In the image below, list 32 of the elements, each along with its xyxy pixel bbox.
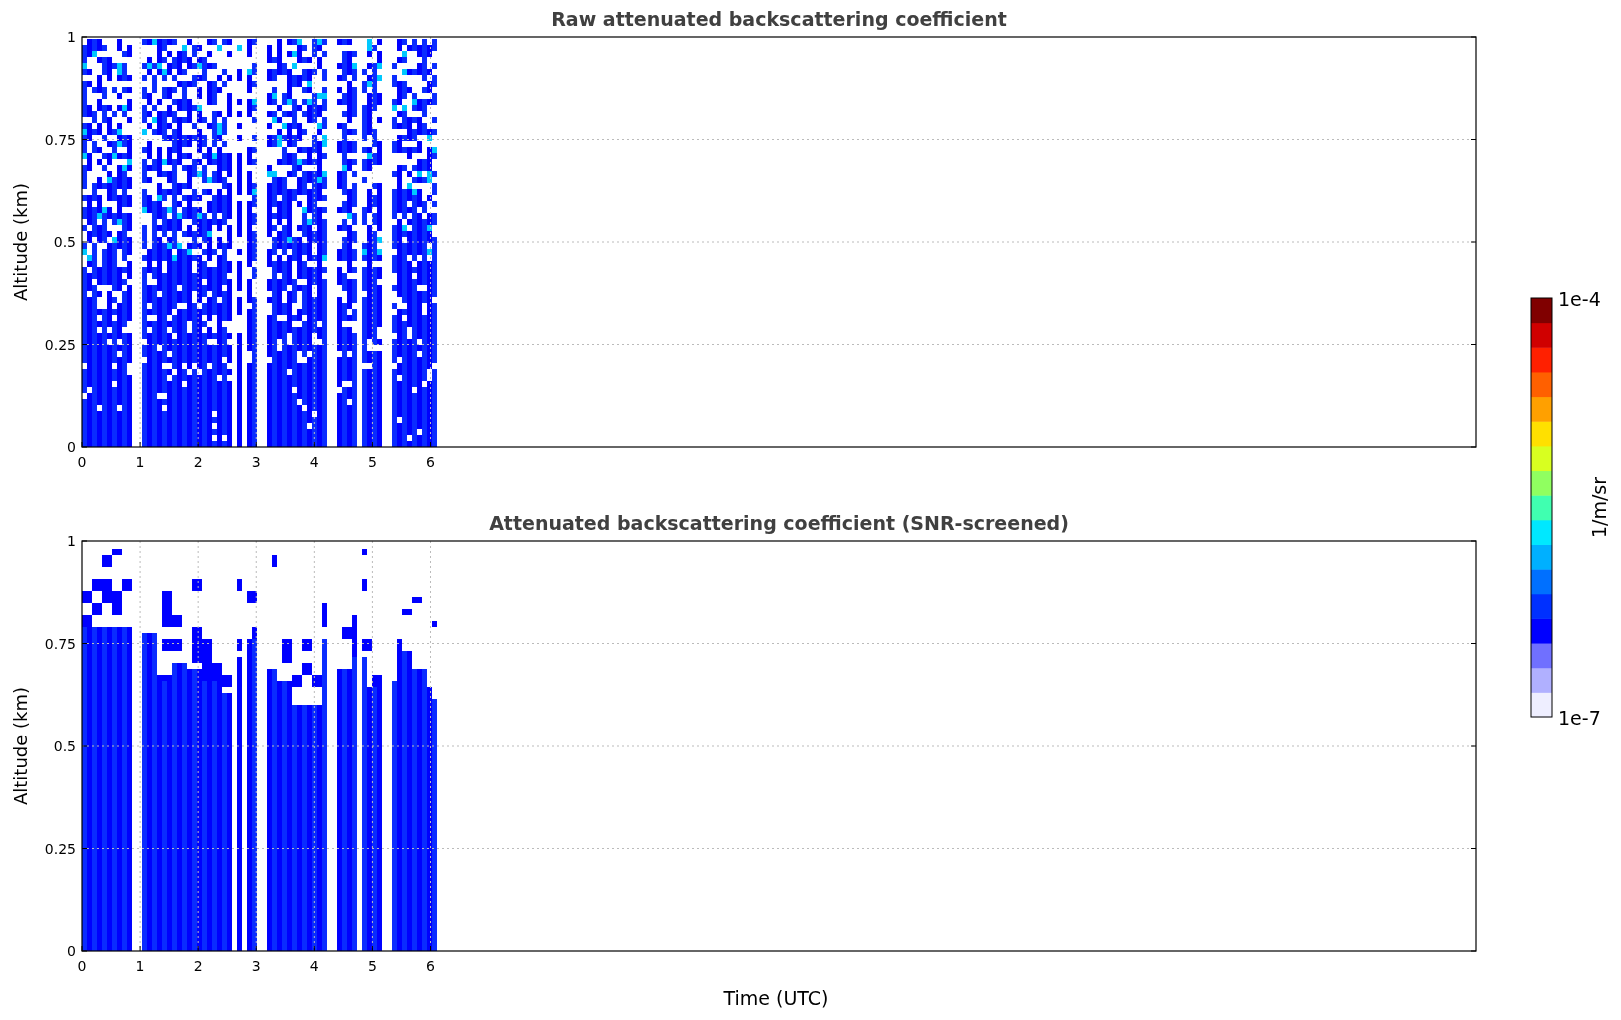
x-tick-label: 0: [77, 454, 87, 470]
x-tick-label: 1: [135, 958, 145, 974]
x-axis-label: Time (UTC): [723, 987, 829, 1009]
colorbar-tick-label: 1e-7: [1558, 707, 1601, 729]
x-tick-label: 5: [367, 454, 377, 470]
x-tick-label: 1: [135, 454, 145, 470]
y-tick-label: 0.5: [53, 234, 76, 250]
chart-title: Raw attenuated backscattering coefficient: [551, 8, 1007, 30]
y-tick-label: 0.25: [44, 336, 76, 353]
chart-title: Attenuated backscattering coefficient (SNR-screened): [489, 512, 1069, 534]
y-tick-label: 0.25: [44, 840, 76, 857]
x-tick-label: 5: [367, 958, 377, 974]
x-tick-label: 6: [426, 454, 435, 470]
y-tick-label: 0.75: [44, 635, 76, 652]
x-tick-label: 4: [309, 454, 319, 470]
y-axis-label: Altitude (km): [10, 686, 31, 806]
y-tick-label: 0.75: [44, 131, 76, 148]
y-tick-label: 0: [67, 943, 76, 959]
x-tick-label: 6: [426, 958, 435, 974]
y-tick-label: 0.5: [53, 738, 76, 754]
x-tick-label: 3: [251, 454, 261, 470]
x-tick-label: 0: [77, 958, 87, 974]
colorbar-label: 1/m/sr: [1588, 476, 1610, 539]
x-tick-label: 4: [309, 958, 319, 974]
y-tick-label: 1: [67, 29, 76, 45]
y-tick-label: 1: [67, 533, 76, 549]
y-axis-label: Altitude (km): [10, 182, 31, 302]
x-tick-label: 2: [193, 958, 203, 974]
x-tick-label: 3: [251, 958, 261, 974]
y-tick-label: 0: [67, 439, 76, 455]
x-tick-label: 2: [193, 454, 203, 470]
colorbar-tick-label: 1e-4: [1558, 288, 1601, 310]
